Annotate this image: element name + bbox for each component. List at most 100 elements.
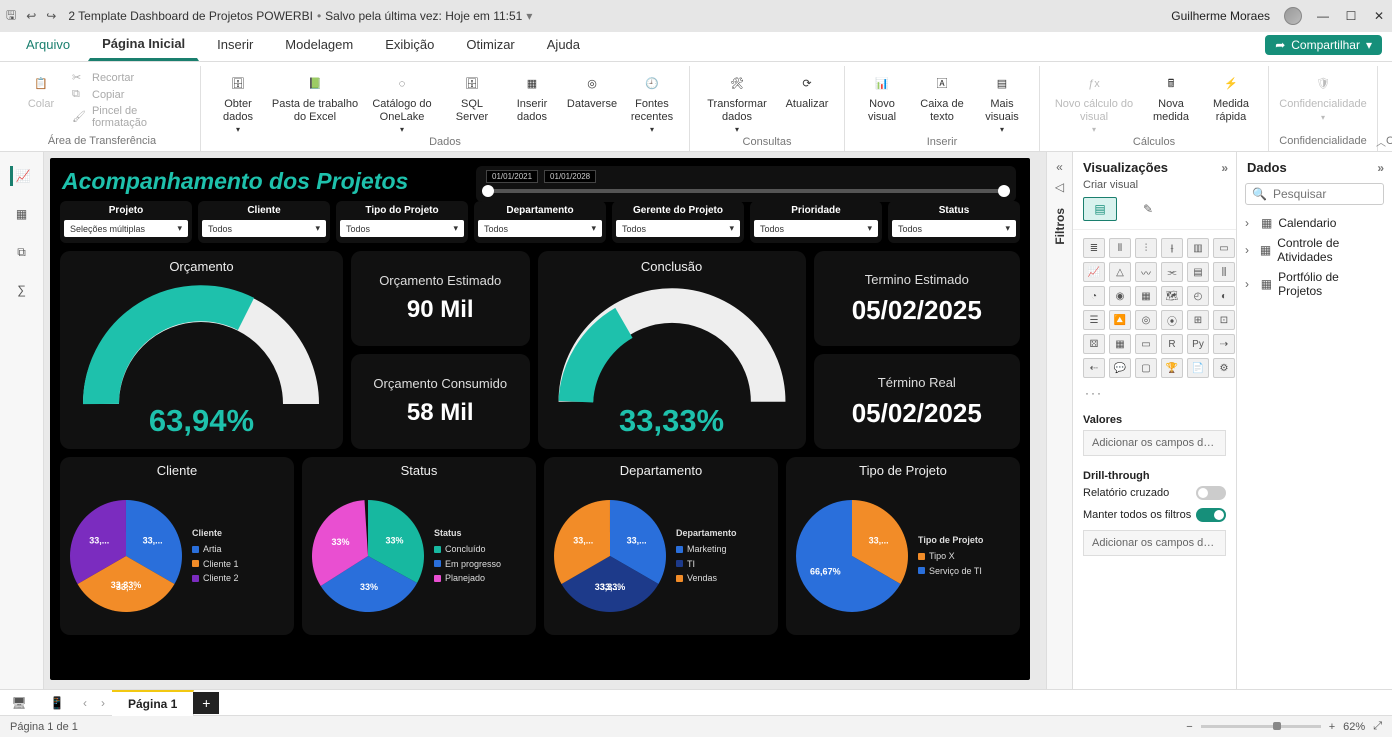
slicer-cliente[interactable]: Cliente Todos▾ (198, 201, 330, 243)
visual-type-icon[interactable]: ⫴ (1109, 238, 1131, 258)
visual-type-icon[interactable]: 📄 (1187, 358, 1209, 378)
visual-type-icon[interactable]: ⇢ (1213, 334, 1235, 354)
dataverse-button[interactable]: ◎Dataverse (563, 70, 621, 113)
kpi-orcamento-estimado[interactable]: Orçamento Estimado 90 Mil (351, 251, 530, 346)
keep-filters-toggle[interactable] (1196, 508, 1226, 522)
table-item[interactable]: ›▦Portfólio de Projetos (1243, 267, 1386, 301)
visual-type-icon[interactable]: ⚄ (1083, 334, 1105, 354)
timeline-slicer[interactable]: 01/01/2021 01/01/2028 (476, 166, 1016, 202)
kpi-termino-real[interactable]: Término Real 05/02/2025 (814, 354, 1020, 449)
visual-type-icon[interactable]: 🗺 (1161, 286, 1183, 306)
maximize-button[interactable]: ☐ (1344, 9, 1358, 23)
visual-type-icon[interactable]: ◎ (1135, 310, 1157, 330)
recent-sources-button[interactable]: 🕘Fontes recentes▾ (623, 70, 681, 136)
page-tab-1[interactable]: Página 1 (112, 690, 194, 716)
share-button[interactable]: ➦ Compartilhar ▾ (1265, 35, 1382, 55)
enter-data-button[interactable]: ▦Inserir dados (503, 70, 561, 125)
visual-type-icon[interactable]: ⫼ (1213, 262, 1235, 282)
tab-home[interactable]: Página Inicial (88, 29, 199, 61)
report-view-icon[interactable]: 📈 (10, 166, 30, 186)
undo-icon[interactable]: ↩ (26, 9, 36, 23)
zoom-in-icon[interactable]: + (1329, 721, 1335, 733)
timeline-end[interactable]: 01/01/2028 (544, 170, 596, 183)
visual-type-icon[interactable]: ▤ (1187, 262, 1209, 282)
visual-type-icon[interactable]: ▦ (1109, 334, 1131, 354)
onelake-button[interactable]: ◌Catálogo do OneLake▾ (363, 70, 441, 136)
drill-field-well[interactable]: Adicionar os campos de dr... (1083, 530, 1226, 556)
more-visuals-icon[interactable]: ··· (1073, 386, 1236, 406)
minimize-button[interactable]: — (1316, 9, 1330, 23)
visual-type-icon[interactable]: ▭ (1213, 238, 1235, 258)
timeline-track[interactable] (486, 189, 1006, 193)
kpi-termino-estimado[interactable]: Termino Estimado 05/02/2025 (814, 251, 1020, 346)
publish-button[interactable]: ⇪Publicar (1388, 70, 1392, 113)
visual-type-icon[interactable]: 📈 (1083, 262, 1105, 282)
visual-type-icon[interactable]: 〰 (1135, 262, 1157, 282)
close-button[interactable]: ✕ (1372, 9, 1386, 23)
visual-type-icon[interactable]: 🔼 (1109, 310, 1131, 330)
text-box-button[interactable]: 🄰Caixa de texto (913, 70, 971, 125)
transform-data-button[interactable]: 🛠Transformar dados▾ (698, 70, 776, 136)
tab-help[interactable]: Ajuda (533, 30, 594, 61)
slicer-projeto[interactable]: Projeto Seleções múltiplas▾ (60, 201, 192, 243)
visual-type-icon[interactable]: ▢ (1135, 358, 1157, 378)
data-search[interactable]: 🔍 (1245, 183, 1384, 205)
more-visuals-button[interactable]: ▤Mais visuais▾ (973, 70, 1031, 136)
model-view-icon[interactable]: ⧉ (12, 242, 32, 262)
visual-type-icon[interactable]: ◔ (1083, 286, 1105, 306)
slicer-gerente-do-projeto[interactable]: Gerente do Projeto Todos▾ (612, 201, 744, 243)
tab-file[interactable]: Arquivo (12, 30, 84, 61)
desktop-layout-icon[interactable]: 🖥 (0, 696, 38, 710)
kpi-orcamento-consumido[interactable]: Orçamento Consumido 58 Mil (351, 354, 530, 449)
timeline-start[interactable]: 01/01/2021 (486, 170, 538, 183)
excel-workbook-button[interactable]: 📗Pasta de trabalho do Excel (269, 70, 361, 125)
pie-card-status[interactable]: Status33%33%33%StatusConcluídoEm progres… (302, 457, 536, 635)
gauge-orcamento[interactable]: Orçamento 63,94% (60, 251, 343, 449)
collapse-ribbon-icon[interactable]: ︿ (1376, 134, 1386, 149)
visual-type-icon[interactable]: ◴ (1187, 286, 1209, 306)
zoom-slider[interactable] (1201, 725, 1321, 728)
visual-type-icon[interactable]: ▥ (1187, 238, 1209, 258)
collapse-pane-icon[interactable]: » (1221, 161, 1228, 175)
pie-card-cliente[interactable]: Cliente33,...33,...33,...33,33%ClienteAr… (60, 457, 294, 635)
visual-type-icon[interactable]: 💬 (1109, 358, 1131, 378)
chevron-down-icon[interactable]: ▾ (526, 9, 532, 23)
slicer-status[interactable]: Status Todos▾ (888, 201, 1020, 243)
redo-icon[interactable]: ↪ (46, 9, 56, 23)
visual-type-icon[interactable]: ≣ (1083, 238, 1105, 258)
avatar[interactable] (1284, 7, 1302, 25)
table-item[interactable]: ›▦Controle de Atividades (1243, 233, 1386, 267)
quick-measure-button[interactable]: ⚡Medida rápida (1202, 70, 1260, 125)
mobile-layout-icon[interactable]: 📱 (38, 696, 76, 710)
tab-modeling[interactable]: Modelagem (271, 30, 367, 61)
gauge-conclusao[interactable]: Conclusão 33,33% (538, 251, 806, 449)
visual-type-icon[interactable]: ⊡ (1213, 310, 1235, 330)
table-view-icon[interactable]: ▦ (12, 204, 32, 224)
visual-type-icon[interactable]: △ (1109, 262, 1131, 282)
sql-server-button[interactable]: 🗄SQL Server (443, 70, 501, 125)
search-input[interactable] (1273, 187, 1392, 201)
slicer-departamento[interactable]: Departamento Todos▾ (474, 201, 606, 243)
tab-insert[interactable]: Inserir (203, 30, 267, 61)
visual-type-icon[interactable]: ▦ (1135, 286, 1157, 306)
dax-view-icon[interactable]: ∑ (12, 280, 32, 300)
visual-type-icon[interactable]: ▭ (1135, 334, 1157, 354)
zoom-out-icon[interactable]: − (1186, 721, 1192, 733)
refresh-button[interactable]: ⟳Atualizar (778, 70, 836, 113)
visual-type-icon[interactable]: ⦿ (1161, 310, 1183, 330)
visual-type-icon[interactable]: ⇠ (1083, 358, 1105, 378)
visual-type-icon[interactable]: ◐ (1213, 286, 1235, 306)
add-page-button[interactable]: + (193, 692, 219, 714)
visual-type-icon[interactable]: ⫘ (1161, 262, 1183, 282)
get-data-button[interactable]: 🗄Obter dados▾ (209, 70, 267, 136)
new-measure-button[interactable]: 🖩Nova medida (1142, 70, 1200, 125)
save-icon[interactable]: 🖫 (6, 6, 16, 27)
tab-view[interactable]: Exibição (371, 30, 448, 61)
tab-optimize[interactable]: Otimizar (452, 30, 528, 61)
collapse-pane-icon[interactable]: » (1377, 161, 1384, 175)
visual-type-icon[interactable]: Py (1187, 334, 1209, 354)
build-visual-mode[interactable]: ▤ (1083, 197, 1117, 221)
visual-type-icon[interactable]: ⚙ (1213, 358, 1235, 378)
new-visual-button[interactable]: 📊Novo visual (853, 70, 911, 125)
slicer-tipo-do-projeto[interactable]: Tipo do Projeto Todos▾ (336, 201, 468, 243)
